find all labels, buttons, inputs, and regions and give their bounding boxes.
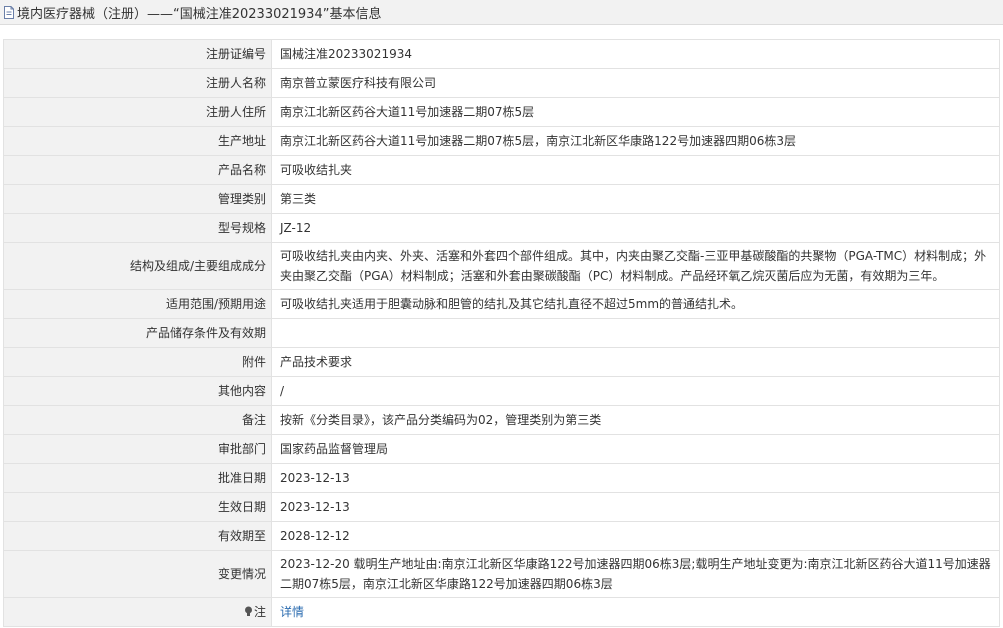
row-value: 第三类 (271, 184, 1000, 214)
table-row: 管理类别 第三类 (3, 184, 1000, 214)
row-value: 2028-12-12 (271, 521, 1000, 551)
table-row: 注册证编号 国械注准20233021934 (3, 39, 1000, 69)
table-row: 批准日期 2023-12-13 (3, 463, 1000, 493)
row-label: 型号规格 (3, 213, 272, 243)
table-row: 备注 按新《分类目录》，该产品分类编码为02，管理类别为第三类 (3, 405, 1000, 435)
row-label: 变更情况 (3, 550, 272, 598)
row-value: / (271, 376, 1000, 406)
table-row: 适用范围/预期用途 可吸收结扎夹适用于胆囊动脉和胆管的结扎及其它结扎直径不超过5… (3, 289, 1000, 319)
row-label: 有效期至 (3, 521, 272, 551)
row-value: JZ-12 (271, 213, 1000, 243)
row-label: 产品储存条件及有效期 (3, 318, 272, 348)
row-value: 2023-12-13 (271, 463, 1000, 493)
table-row: 有效期至 2028-12-12 (3, 521, 1000, 551)
row-value: 南京江北新区药谷大道11号加速器二期07栋5层，南京江北新区华康路122号加速器… (271, 126, 1000, 156)
row-label: 管理类别 (3, 184, 272, 214)
row-label: 结构及组成/主要组成成分 (3, 242, 272, 290)
row-value: 可吸收结扎夹 (271, 155, 1000, 185)
row-value: 按新《分类目录》，该产品分类编码为02，管理类别为第三类 (271, 405, 1000, 435)
page-header: 境内医疗器械（注册）——“国械注准20233021934”基本信息 (0, 0, 1003, 25)
row-label: 产品名称 (3, 155, 272, 185)
row-label: 生产地址 (3, 126, 272, 156)
row-value: 南京普立蒙医疗科技有限公司 (271, 68, 1000, 98)
table-row: 产品名称 可吸收结扎夹 (3, 155, 1000, 185)
row-value: 产品技术要求 (271, 347, 1000, 377)
row-label: 审批部门 (3, 434, 272, 464)
table-row: 注册人住所 南京江北新区药谷大道11号加速器二期07栋5层 (3, 97, 1000, 127)
table-row: 型号规格 JZ-12 (3, 213, 1000, 243)
table-row: 变更情况 2023-12-20 载明生产地址由:南京江北新区华康路122号加速器… (3, 550, 1000, 598)
table-row: 注册人名称 南京普立蒙医疗科技有限公司 (3, 68, 1000, 98)
row-value: 可吸收结扎夹适用于胆囊动脉和胆管的结扎及其它结扎直径不超过5mm的普通结扎术。 (271, 289, 1000, 319)
page-title: 境内医疗器械（注册）——“国械注准20233021934”基本信息 (17, 6, 382, 22)
row-value: 国家药品监督管理局 (271, 434, 1000, 464)
table-row: 产品储存条件及有效期 (3, 318, 1000, 348)
row-label: 备注 (3, 405, 272, 435)
row-label: 生效日期 (3, 492, 272, 522)
row-value: 南京江北新区药谷大道11号加速器二期07栋5层 (271, 97, 1000, 127)
row-label: 批准日期 (3, 463, 272, 493)
row-label: 注册证编号 (3, 39, 272, 69)
note-label: 注 (253, 605, 266, 619)
table-row: 结构及组成/主要组成成分 可吸收结扎夹由内夹、外夹、活塞和外套四个部件组成。其中… (3, 242, 1000, 290)
table-row: 生效日期 2023-12-13 (3, 492, 1000, 522)
row-label: 注册人住所 (3, 97, 272, 127)
row-value: 国械注准20233021934 (271, 39, 1000, 69)
info-table: 注册证编号 国械注准20233021934 注册人名称 南京普立蒙医疗科技有限公… (3, 39, 1000, 627)
row-value: 2023-12-20 载明生产地址由:南京江北新区华康路122号加速器四期06栋… (271, 550, 1000, 598)
lightbulb-icon (244, 606, 252, 616)
row-value (271, 318, 1000, 348)
note-label-cell: 注 (3, 597, 272, 627)
table-row: 其他内容 / (3, 376, 1000, 406)
details-link[interactable]: 详情 (280, 605, 304, 619)
table-row: 审批部门 国家药品监督管理局 (3, 434, 1000, 464)
note-row: 注 详情 (3, 597, 1000, 627)
document-icon (4, 5, 14, 19)
table-row: 生产地址 南京江北新区药谷大道11号加速器二期07栋5层，南京江北新区华康路12… (3, 126, 1000, 156)
row-label: 附件 (3, 347, 272, 377)
row-label: 适用范围/预期用途 (3, 289, 272, 319)
note-value-cell: 详情 (271, 597, 1000, 627)
row-value: 可吸收结扎夹由内夹、外夹、活塞和外套四个部件组成。其中，内夹由聚乙交酯-三亚甲基… (271, 242, 1000, 290)
row-value: 2023-12-13 (271, 492, 1000, 522)
row-label: 其他内容 (3, 376, 272, 406)
table-row: 附件 产品技术要求 (3, 347, 1000, 377)
row-label: 注册人名称 (3, 68, 272, 98)
